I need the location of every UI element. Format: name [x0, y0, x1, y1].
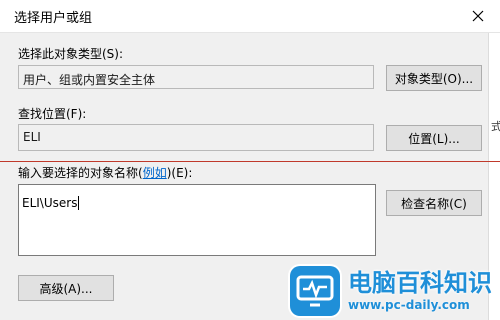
- close-button[interactable]: [456, 0, 500, 31]
- object-names-label: 输入要选择的对象名称(例如)(E):: [18, 164, 192, 181]
- check-names-button[interactable]: 检查名称(C): [386, 190, 482, 216]
- object-type-label: 选择此对象类型(S):: [18, 47, 124, 61]
- location-label: 查找位置(F):: [18, 107, 87, 121]
- background-window-text: 式: [491, 120, 500, 133]
- location-field: ELI: [18, 124, 374, 151]
- watermark-brand: 电脑百科知识: [348, 269, 492, 297]
- monitor-pulse-icon: [290, 266, 340, 316]
- examples-link[interactable]: 例如: [143, 166, 167, 180]
- title-bar: 选择用户或组: [0, 0, 500, 33]
- watermark-url: www.pc-daily.com: [348, 298, 470, 312]
- object-names-value: ELI\Users: [22, 196, 78, 210]
- text-caret: [78, 196, 80, 210]
- object-type-field: 用户、组或内置安全主体: [18, 65, 374, 89]
- object-names-input[interactable]: ELI\Users: [18, 184, 376, 256]
- locations-button[interactable]: 位置(L)...: [386, 125, 482, 151]
- advanced-button[interactable]: 高级(A)...: [18, 275, 114, 301]
- close-icon: [472, 10, 484, 21]
- watermark: 电脑百科知识 www.pc-daily.com: [290, 262, 496, 320]
- object-types-button[interactable]: 对象类型(O)...: [386, 65, 482, 91]
- object-names-label-suffix: )(E):: [166, 166, 193, 180]
- window-title: 选择用户或组: [14, 11, 93, 26]
- object-names-label-prefix: 输入要选择的对象名称(: [18, 166, 143, 180]
- annotation-line: [0, 161, 500, 162]
